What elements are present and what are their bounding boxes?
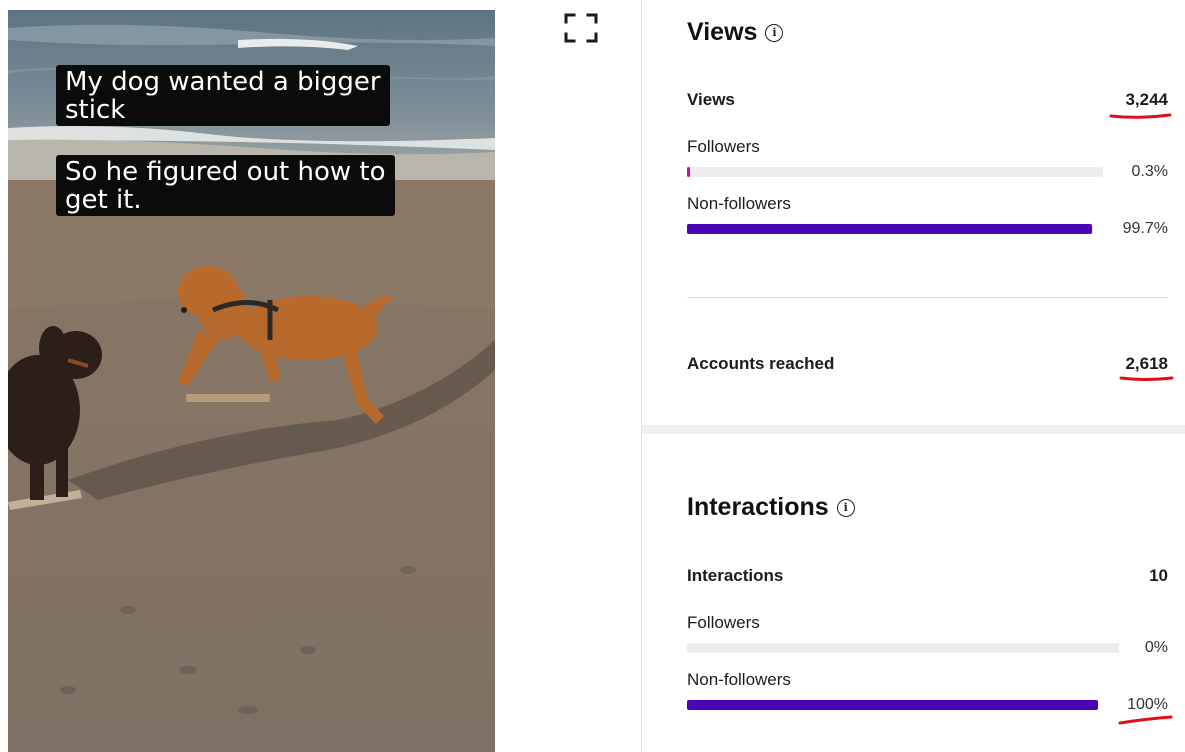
section-separator-band bbox=[642, 425, 1185, 434]
interactions-followers-bar bbox=[687, 643, 1119, 653]
interactions-followers-pct: 0% bbox=[1144, 639, 1168, 656]
expand-fullscreen-icon[interactable] bbox=[563, 12, 599, 44]
info-icon[interactable]: i bbox=[765, 23, 784, 42]
views-total-label: Views bbox=[687, 90, 735, 109]
interactions-title-text: Interactions bbox=[687, 493, 829, 521]
views-nonfollowers-bar bbox=[687, 224, 1093, 234]
caption-1-line-2: stick bbox=[65, 95, 126, 125]
video-caption-2: So he figured out how to get it. bbox=[56, 155, 395, 216]
views-nonfollowers-pct: 99.7% bbox=[1122, 220, 1168, 237]
info-icon[interactable]: i bbox=[836, 498, 855, 517]
caption-2-line-2: get it. bbox=[65, 185, 142, 215]
interactions-nonfollowers-bar bbox=[687, 700, 1098, 710]
views-followers-bar-fill bbox=[687, 167, 690, 177]
interactions-nonfollowers-bar-fill bbox=[687, 700, 1098, 710]
interactions-nonfollowers-pct: 100% bbox=[1127, 696, 1168, 713]
video-preview[interactable]: My dog wanted a bigger stick So he figur… bbox=[8, 10, 495, 752]
views-followers-label: Followers bbox=[687, 137, 760, 156]
red-underline-annotation bbox=[1118, 715, 1173, 725]
accounts-reached-label: Accounts reached bbox=[687, 354, 835, 373]
interactions-followers-label: Followers bbox=[687, 613, 760, 632]
caption-1-line-1: My dog wanted a bigger bbox=[65, 67, 381, 97]
views-followers-bar bbox=[687, 167, 1103, 177]
interactions-section-title: Interactions i bbox=[687, 493, 855, 522]
views-nonfollowers-label: Non-followers bbox=[687, 194, 791, 213]
accounts-reached-value: 2,618 bbox=[1125, 354, 1168, 373]
views-title-text: Views bbox=[687, 18, 758, 46]
views-total-value: 3,244 bbox=[1125, 90, 1168, 109]
section-divider bbox=[687, 297, 1168, 298]
views-followers-pct: 0.3% bbox=[1131, 163, 1168, 180]
video-caption-1: My dog wanted a bigger stick bbox=[56, 65, 390, 126]
red-underline-annotation bbox=[1109, 113, 1172, 119]
red-underline-annotation bbox=[1119, 376, 1174, 381]
interactions-total-value: 10 bbox=[1149, 566, 1168, 585]
insights-panel: Views i Views 3,244 Followers 0.3% Non-f… bbox=[642, 0, 1185, 752]
caption-2-line-1: So he figured out how to bbox=[65, 157, 386, 187]
views-section-title: Views i bbox=[687, 18, 784, 47]
interactions-nonfollowers-label: Non-followers bbox=[687, 670, 791, 689]
views-nonfollowers-bar-fill bbox=[687, 224, 1092, 234]
interactions-total-label: Interactions bbox=[687, 566, 784, 585]
